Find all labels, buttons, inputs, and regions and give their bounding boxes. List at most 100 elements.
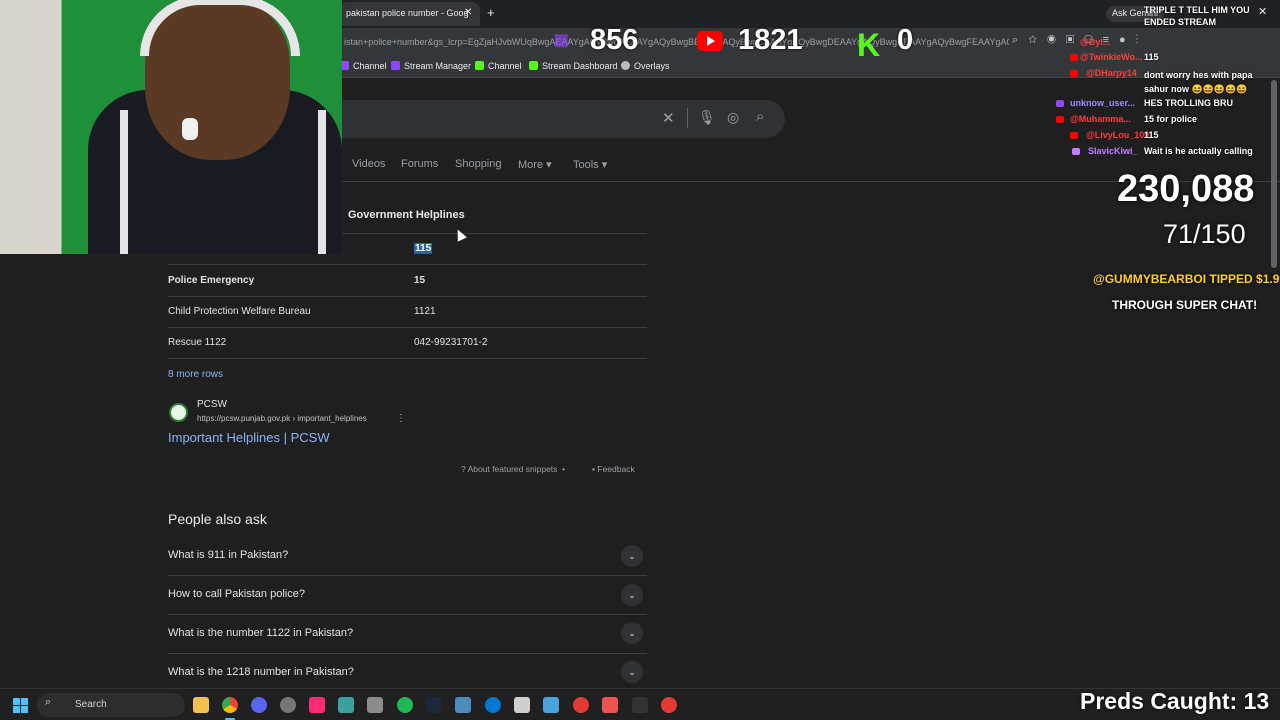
discord-icon[interactable]	[251, 697, 267, 713]
table-cell-number: 042-99231701-2	[414, 337, 488, 348]
caret-down-icon: ▾	[601, 159, 608, 171]
nav-more[interactable]: More ▾	[518, 158, 552, 171]
notepad-icon[interactable]	[543, 697, 559, 713]
app-icon[interactable]	[573, 697, 589, 713]
jacket-stripe	[318, 110, 326, 254]
app-icon[interactable]	[338, 697, 354, 713]
nav-forums[interactable]: Forums	[401, 158, 438, 170]
clear-search-icon[interactable]: ✕	[662, 109, 675, 127]
app-icon[interactable]	[661, 697, 677, 713]
app-icon[interactable]	[455, 697, 471, 713]
tip-alert-line: THROUGH SUPER CHAT!	[1112, 298, 1258, 312]
source-url[interactable]: https://pcsw.punjab.gov.pk › important_h…	[197, 414, 367, 423]
file-explorer-icon[interactable]	[193, 697, 209, 713]
divider	[168, 358, 647, 359]
chat-message: dont worry hes with papa sahur now 😆😆😆😆😆	[1144, 70, 1253, 94]
youtube-viewer-count: 1821	[738, 24, 803, 56]
help-icon: ?	[461, 464, 468, 474]
paa-question[interactable]: What is the number 1122 in Pakistan?	[168, 627, 353, 639]
goal-counter: 71/150	[1163, 219, 1246, 249]
tip-alert-line: @GUMMYBEARBOI TIPPED $1.99	[1093, 272, 1280, 286]
tab-close-icon[interactable]: ✕	[464, 7, 472, 18]
bookmark-channel-twitch[interactable]: Channel	[340, 61, 387, 71]
taskbar-search[interactable]: Search	[37, 693, 185, 717]
store-icon[interactable]	[514, 697, 530, 713]
divider	[168, 264, 647, 265]
bookmark-channel-kick[interactable]: Channel	[475, 61, 522, 71]
obs-icon[interactable]	[280, 697, 296, 713]
nav-videos[interactable]: Videos	[352, 158, 385, 170]
about-snippets-link[interactable]: ? About featured snippets •	[461, 464, 565, 474]
microphone-icon[interactable]: 🎙	[698, 109, 716, 126]
bookmark-overlays[interactable]: Overlays	[621, 61, 670, 71]
chat-message: 115	[1144, 130, 1159, 140]
nav-shopping[interactable]: Shopping	[455, 158, 502, 170]
chevron-down-icon[interactable]: ⌄	[621, 622, 643, 644]
chat-username: SlavicKiwi_	[1088, 146, 1138, 156]
bookmark-stream-dashboard[interactable]: Stream Dashboard	[529, 61, 618, 71]
more-options-icon[interactable]: ⋮	[396, 413, 406, 424]
kick-viewer-count: 0	[897, 24, 914, 56]
browser-tab[interactable]: pakistan police number - Goog	[340, 2, 480, 26]
twitch-icon	[391, 61, 400, 70]
table-cell-number: 1121	[414, 306, 436, 317]
table-cell-name: Child Protection Welfare Bureau	[168, 306, 311, 317]
overlays-icon	[621, 61, 630, 70]
edge-icon[interactable]	[485, 697, 501, 713]
caret-down-icon: ▾	[546, 159, 552, 171]
search-icon[interactable]: ⌕	[756, 108, 764, 125]
chevron-down-icon[interactable]: ⌄	[621, 661, 643, 683]
chat-username: @TwinkieWo...	[1080, 52, 1143, 62]
windows-start-icon[interactable]	[13, 698, 28, 713]
youtube-icon	[697, 31, 723, 51]
chevron-down-icon[interactable]: ⌄	[621, 584, 643, 606]
preds-caught-counter: Preds Caught: 13	[1080, 688, 1270, 714]
twitch-icon	[1056, 100, 1064, 107]
headset-icon	[140, 0, 300, 56]
terminal-icon[interactable]	[632, 697, 648, 713]
page-scrollbar[interactable]	[1271, 80, 1277, 268]
result-title-link[interactable]: Important Helplines | PCSW	[168, 430, 330, 445]
spotify-icon[interactable]	[397, 697, 413, 713]
feedback-link[interactable]: ▪ Feedback	[592, 464, 635, 474]
chat-username: @Muhamma...	[1070, 114, 1131, 124]
search-icon: ⌕	[45, 696, 52, 708]
paa-question[interactable]: What is the 1218 number in Pakistan?	[168, 666, 354, 678]
chat-message: 15 for police	[1144, 114, 1198, 124]
table-cell-number: 15	[414, 275, 426, 286]
chat-overlay: @Dyl... TRIPLE T TELL HIM YOU ENDED STRE…	[1050, 0, 1280, 160]
chat-username: unknow_user...	[1070, 98, 1136, 108]
table-cell-name: Rescue 1122	[168, 337, 227, 348]
youtube-icon	[1056, 116, 1064, 123]
divider	[168, 296, 647, 297]
source-name[interactable]: PCSW	[197, 399, 227, 410]
paa-question[interactable]: What is 911 in Pakistan?	[168, 549, 288, 561]
twitch-icon: ◼	[553, 29, 570, 51]
youtube-icon	[1070, 132, 1078, 139]
bookmark-stream-manager[interactable]: Stream Manager	[391, 61, 471, 71]
webcam-feed	[0, 0, 342, 254]
nav-tools[interactable]: Tools ▾	[573, 158, 607, 171]
people-also-ask-title: People also ask	[168, 511, 267, 527]
divider	[168, 614, 647, 615]
app-icon[interactable]	[367, 697, 383, 713]
table-header: Government Helplines	[348, 209, 465, 221]
paa-question[interactable]: How to call Pakistan police?	[168, 588, 305, 600]
subscriber-count: 230,088	[1117, 168, 1255, 210]
chevron-down-icon[interactable]: ⌄	[621, 545, 643, 567]
divider	[687, 108, 688, 128]
kick-icon	[475, 61, 484, 70]
steam-icon[interactable]	[426, 697, 442, 713]
twitch-viewer-count: 856	[590, 24, 639, 56]
chrome-icon[interactable]	[222, 697, 238, 713]
lens-icon[interactable]: ◎	[727, 109, 739, 126]
divider	[168, 327, 647, 328]
app-icon[interactable]	[602, 697, 618, 713]
table-cell-number: 115	[414, 243, 433, 254]
capcut-icon[interactable]	[309, 697, 325, 713]
chat-message: Wait is he actually calling	[1144, 146, 1253, 156]
chat-username: @LivyLou_100	[1086, 130, 1150, 140]
more-rows-link[interactable]: 8 more rows	[168, 369, 223, 380]
new-tab-button[interactable]: +	[487, 5, 495, 20]
microphone-icon	[182, 118, 198, 140]
